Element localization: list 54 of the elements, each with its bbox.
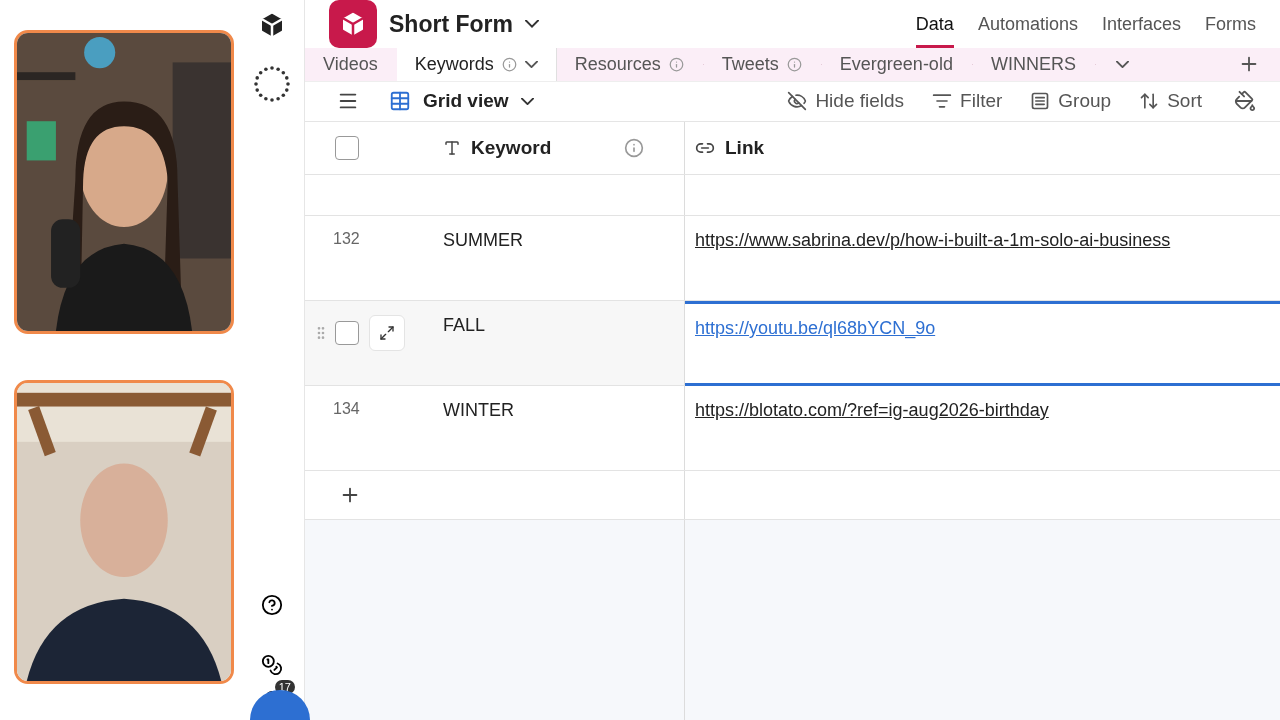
table-tab[interactable]: Videos [305, 48, 397, 81]
chevron-down-icon [524, 20, 539, 28]
expand-icon [379, 325, 395, 341]
tab-label: Evergreen-old [839, 53, 953, 75]
base-logo [329, 0, 377, 48]
info-icon [786, 56, 802, 72]
table-tab[interactable]: Keywords [396, 48, 557, 81]
tab-label: Videos [323, 53, 378, 75]
link[interactable]: https://www.sabrina.dev/p/how-i-built-a-1m-solo-ai-business [695, 230, 1171, 251]
table-tab[interactable]: WINNERS [972, 48, 1095, 81]
tab-label: WINNERS [990, 53, 1076, 75]
list-icon [1030, 91, 1051, 112]
grid-icon [389, 90, 411, 113]
select-all-checkbox[interactable] [335, 136, 359, 160]
row-number: 134 [333, 400, 360, 418]
toolbar-button[interactable]: Group [1020, 90, 1122, 113]
table-tab[interactable]: Tweets [703, 48, 821, 81]
help-icon [261, 594, 283, 616]
base-title: Short Form [389, 10, 513, 38]
table-tab[interactable]: Evergreen-old [821, 48, 972, 81]
toolbar-button[interactable]: Hide fields [777, 90, 915, 113]
info-icon [668, 56, 684, 72]
link[interactable]: https://blotato.com/?ref=ig-aug2026-birthday [695, 400, 1049, 421]
tab-label: Tweets [721, 53, 779, 75]
tab-label: Resources [574, 53, 661, 75]
row-number: 132 [333, 230, 360, 248]
nav-tab[interactable]: Forms [1205, 0, 1256, 48]
toolbar-button[interactable]: Sort [1129, 90, 1212, 113]
keyword-cell: WINTER [443, 400, 514, 421]
table-row[interactable]: 132 SUMMER https://www.sabrina.dev/p/how-i-built-a-1m-solo-ai-business [305, 216, 1280, 301]
text-field-icon [443, 139, 461, 157]
table-row[interactable]: 134 WINTER https://blotato.com/?ref=ig-aug2026-birthday [305, 386, 1280, 471]
tab-label: Keywords [414, 53, 494, 75]
column-header[interactable]: Keyword [471, 137, 552, 159]
eye-off-icon [787, 91, 808, 112]
chevron-down-icon [524, 60, 538, 69]
expand-row-button[interactable] [369, 315, 405, 351]
toolbar-button[interactable]: Filter [922, 90, 1013, 113]
column-header[interactable]: Link [725, 137, 765, 159]
table-tab[interactable]: Resources [556, 48, 703, 81]
table-row[interactable]: FALL https://youtu.be/ql68bYCN_9o [305, 301, 1280, 386]
chevron-down-icon [520, 97, 534, 106]
nav-tab[interactable]: Automations [977, 0, 1078, 48]
info-icon [501, 56, 517, 72]
keyword-cell: FALL [443, 315, 486, 336]
nav-tab[interactable]: Interfaces [1101, 0, 1181, 48]
chevron-down-icon[interactable] [1115, 60, 1129, 69]
keyword-cell: SUMMER [443, 230, 523, 251]
loading-icon [252, 64, 292, 104]
paint-bucket-icon[interactable] [1234, 90, 1256, 113]
row-checkbox[interactable] [335, 321, 359, 345]
coins-icon [261, 654, 283, 676]
link[interactable]: https://youtu.be/ql68bYCN_9o [695, 318, 936, 339]
view-switcher[interactable]: Grid view [383, 89, 540, 114]
